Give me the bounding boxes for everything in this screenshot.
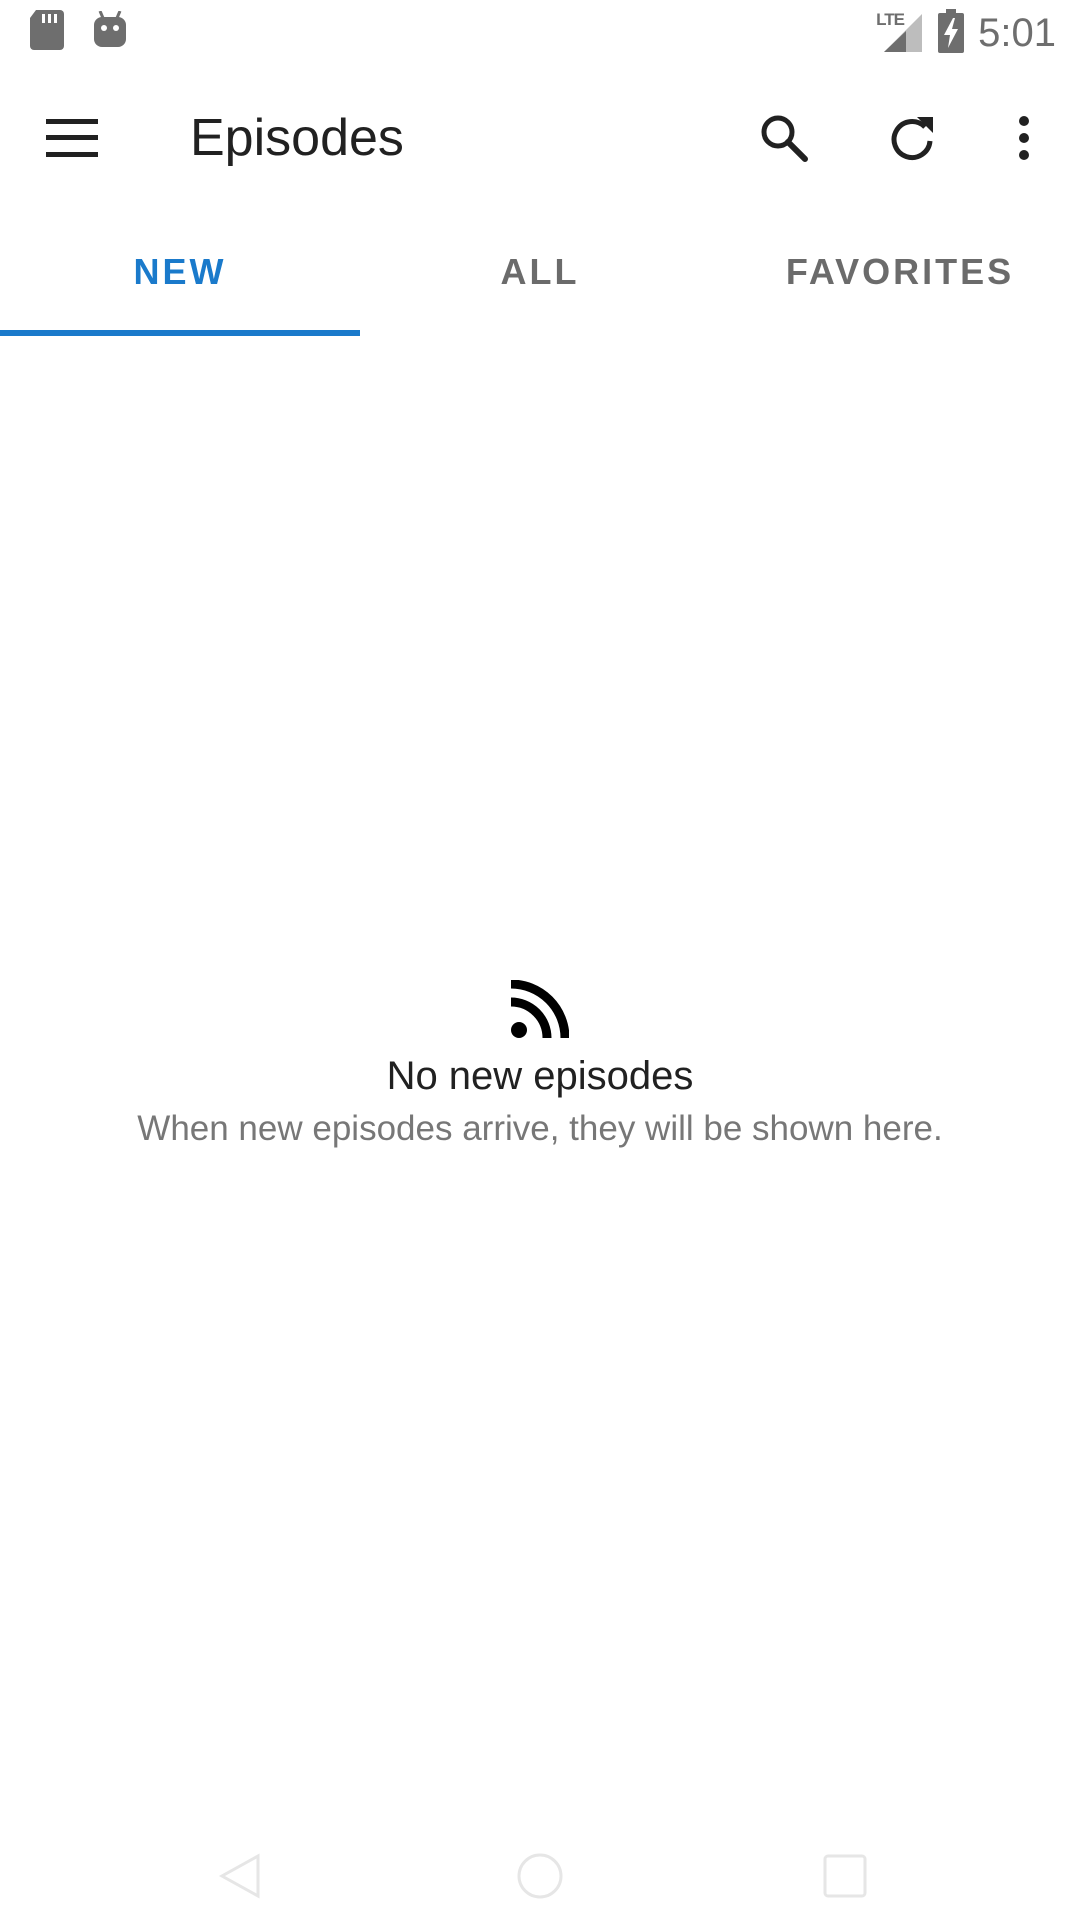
- refresh-icon: [891, 117, 933, 160]
- tab-label: NEW: [133, 251, 227, 292]
- search-button[interactable]: [742, 96, 826, 180]
- back-button[interactable]: [200, 1836, 280, 1916]
- tab-new[interactable]: NEW: [0, 208, 360, 336]
- empty-state-title: No new episodes: [386, 1054, 694, 1098]
- back-icon: [218, 1853, 260, 1899]
- empty-state-message: When new episodes arrive, they will be s…: [137, 1109, 943, 1148]
- home-icon: [517, 1853, 563, 1899]
- navigation-drawer-button[interactable]: [30, 96, 114, 180]
- tab-indicator: [0, 330, 360, 336]
- more-vert-icon: [1019, 116, 1029, 160]
- battery-charging-icon: [938, 8, 965, 58]
- tab-bar: NEW ALL FAVORITES: [0, 208, 1080, 336]
- sd-card-icon: [30, 10, 64, 55]
- page-title: Episodes: [190, 109, 404, 167]
- tab-favorites[interactable]: FAVORITES: [720, 208, 1080, 336]
- app-bar: Episodes: [0, 66, 1080, 208]
- empty-state: No new episodes When new episodes arrive…: [0, 980, 1080, 1149]
- status-bar: LTE 5:01: [0, 0, 1080, 66]
- system-navigation-bar: [0, 1820, 1080, 1920]
- signal-icon: LTE: [876, 10, 924, 54]
- tab-label: ALL: [500, 251, 580, 292]
- refresh-button[interactable]: [870, 96, 954, 180]
- home-button[interactable]: [500, 1836, 580, 1916]
- rss-feed-icon: [511, 980, 569, 1038]
- notification-icons: [30, 10, 128, 55]
- tab-label: FAVORITES: [785, 251, 1015, 292]
- clock: 5:01: [978, 10, 1056, 55]
- search-icon: [761, 115, 808, 162]
- android-debug-icon: [92, 10, 128, 54]
- more-options-button[interactable]: [982, 96, 1066, 180]
- recents-icon: [823, 1854, 867, 1898]
- recents-button[interactable]: [805, 1836, 885, 1916]
- tab-all[interactable]: ALL: [360, 208, 720, 336]
- hamburger-menu-icon: [46, 119, 98, 157]
